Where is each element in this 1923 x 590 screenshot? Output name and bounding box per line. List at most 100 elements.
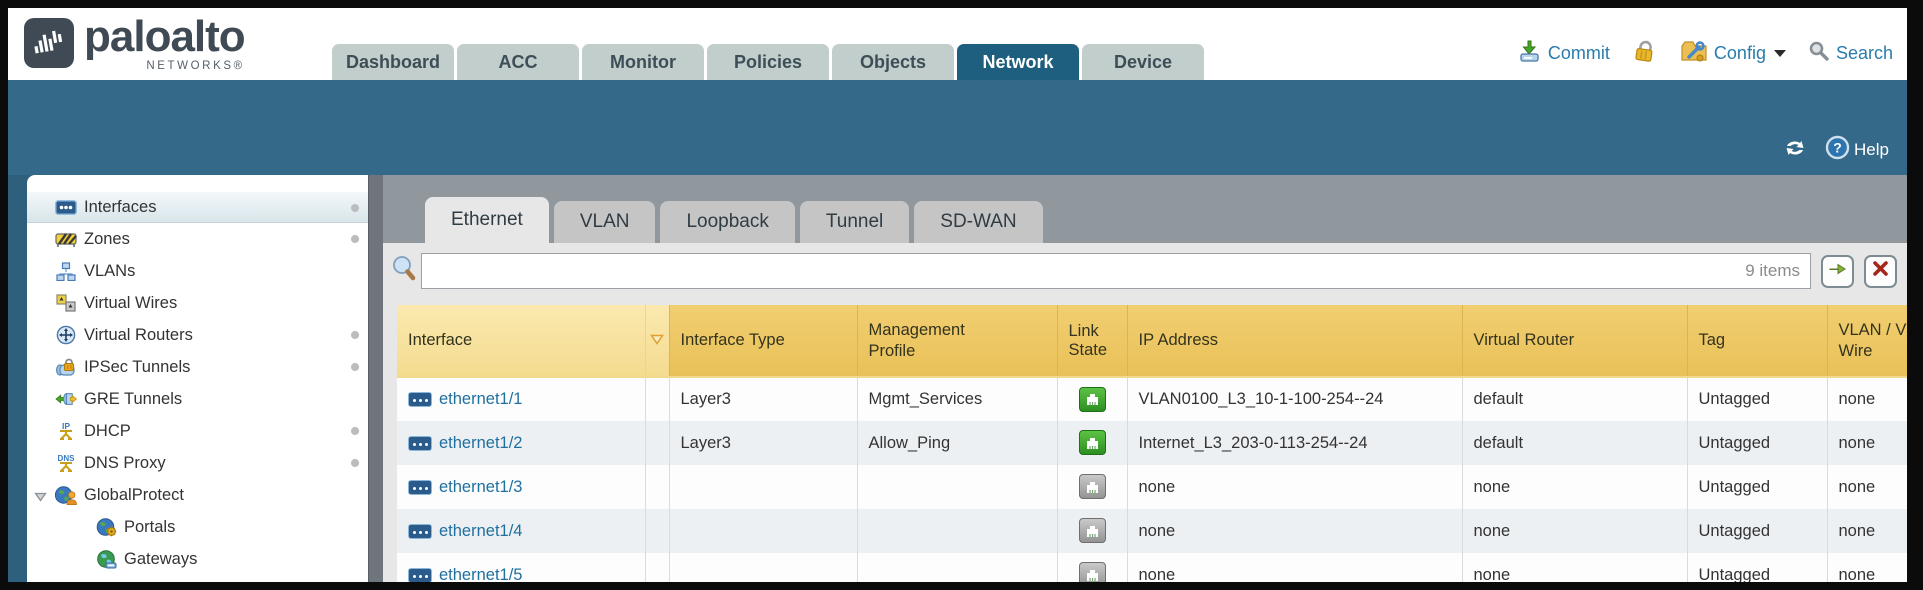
column-header-management-profile[interactable]: Management Profile <box>857 305 1057 377</box>
sidebar-item-label: IPSec Tunnels <box>84 358 190 377</box>
lock-icon[interactable] <box>1632 39 1658 68</box>
sidebar-item-label: GRE Tunnels <box>84 390 182 409</box>
sort-dropdown-icon <box>650 331 664 349</box>
sidebar-item-interfaces[interactable]: Interfaces <box>27 191 368 223</box>
interfaces-table: Interface Interface TypeManagement Profil… <box>397 305 1907 582</box>
tab-vlan[interactable]: VLAN <box>554 201 656 243</box>
tab-loopback[interactable]: Loopback <box>660 201 794 243</box>
column-header-tag[interactable]: Tag <box>1687 305 1827 377</box>
sidebar-item-label: VLANs <box>84 262 135 281</box>
sidebar-item-label: DNS Proxy <box>84 454 166 473</box>
virtual-wires-icon <box>55 293 77 313</box>
item-dot <box>351 235 359 243</box>
filter-magnifier-icon <box>389 254 417 289</box>
tag-cell: Untagged <box>1687 553 1827 582</box>
portals-icon <box>95 517 117 537</box>
globalprotect-icon <box>55 485 77 505</box>
green-arrow-icon <box>1828 260 1847 283</box>
tab-tunnel[interactable]: Tunnel <box>800 201 909 243</box>
paloalto-logo-icon <box>24 18 74 68</box>
tag-cell: Untagged <box>1687 377 1827 421</box>
clear-filter-button[interactable] <box>1864 255 1897 288</box>
management-profile-cell: Allow_Ping <box>857 421 1057 465</box>
sidebar-item-ipsec-tunnels[interactable]: IPSec Tunnels <box>27 351 368 383</box>
nav-tab-network[interactable]: Network <box>957 44 1079 80</box>
sidebar-item-gre-tunnels[interactable]: GRE Tunnels <box>27 383 368 415</box>
apply-filter-button[interactable] <box>1821 255 1854 288</box>
search-button[interactable]: Search <box>1808 40 1893 67</box>
filter-input[interactable] <box>422 254 1735 288</box>
nav-tab-monitor[interactable]: Monitor <box>582 44 704 80</box>
ethernet-panel: 9 items <box>383 243 1907 582</box>
zones-icon <box>55 229 77 249</box>
interface-link[interactable]: ethernet1/3 <box>439 478 522 497</box>
sidebar-item-label: Portals <box>124 518 175 537</box>
link-state-cell <box>1057 465 1127 509</box>
sidebar-item-partial[interactable] <box>27 575 368 582</box>
nav-tab-acc[interactable]: ACC <box>457 44 579 80</box>
items-count: 9 items <box>1735 261 1810 281</box>
column-header-interface-type[interactable]: Interface Type <box>669 305 857 377</box>
ethernet-port-icon <box>408 568 432 583</box>
interface-link[interactable]: ethernet1/1 <box>439 390 522 409</box>
refresh-icon[interactable] <box>1781 136 1809 165</box>
commit-button[interactable]: Commit <box>1518 39 1610 68</box>
config-icon <box>1680 39 1708 68</box>
virtual-routers-icon <box>55 325 77 345</box>
primary-nav: DashboardACCMonitorPoliciesObjectsNetwor… <box>332 44 1207 80</box>
ethernet-port-icon <box>408 524 432 539</box>
nav-tab-policies[interactable]: Policies <box>707 44 829 80</box>
top-header: paloalto NETWORKS® DashboardACCMonitorPo… <box>8 8 1907 80</box>
table-row: ethernet1/5nonenoneUntaggednone <box>397 553 1907 582</box>
column-header-ip-address[interactable]: IP Address <box>1127 305 1462 377</box>
sidebar-item-globalprotect[interactable]: GlobalProtect <box>27 479 368 511</box>
sidebar-item-vlans[interactable]: VLANs <box>27 255 368 287</box>
column-header-vlan-virtual-wire[interactable]: VLAN / Virtual Wire <box>1827 305 1907 377</box>
ip-address-cell: Internet_L3_203-0-113-254--24 <box>1127 421 1462 465</box>
sidebar-list: InterfacesZones VLANs Virtual Wires Virtual… <box>27 175 368 582</box>
config-menu-button[interactable]: Config <box>1680 39 1786 68</box>
tab-ethernet[interactable]: Ethernet <box>425 197 549 243</box>
column-header-link-state[interactable]: Link State <box>1057 305 1127 377</box>
spacer-cell <box>645 553 669 582</box>
interface-link[interactable]: ethernet1/5 <box>439 566 522 583</box>
item-dot <box>351 459 359 467</box>
expander-down-icon[interactable] <box>34 488 47 507</box>
sidebar-item-dhcp[interactable]: IPDHCP <box>27 415 368 447</box>
interface-type-cell <box>669 553 857 582</box>
nav-tab-device[interactable]: Device <box>1082 44 1204 80</box>
interface-link[interactable]: ethernet1/2 <box>439 434 522 453</box>
interface-cell: ethernet1/5 <box>397 553 645 582</box>
nav-tab-dashboard[interactable]: Dashboard <box>332 44 454 80</box>
search-icon <box>1808 40 1830 67</box>
tab-sd-wan[interactable]: SD-WAN <box>914 201 1042 243</box>
sidebar-item-gateways[interactable]: Gateways <box>27 543 368 575</box>
tag-cell: Untagged <box>1687 421 1827 465</box>
management-profile-cell <box>857 465 1057 509</box>
commit-icon <box>1518 39 1542 68</box>
table-row: ethernet1/2Layer3Allow_PingInternet_L3_2… <box>397 421 1907 465</box>
virtual-router-cell: none <box>1462 509 1687 553</box>
column-header-interface[interactable]: Interface <box>397 305 645 377</box>
column-header-virtual-router[interactable]: Virtual Router <box>1462 305 1687 377</box>
interface-link[interactable]: ethernet1/4 <box>439 522 522 541</box>
sidebar-item-dns-proxy[interactable]: DNSDNS Proxy <box>27 447 368 479</box>
sidebar-item-virtual-wires[interactable]: Virtual Wires <box>27 287 368 319</box>
interfaces-icon <box>55 197 77 217</box>
link-state-cell <box>1057 553 1127 582</box>
sidebar-splitter[interactable] <box>368 175 383 582</box>
sidebar-item-label: Virtual Wires <box>84 294 177 313</box>
help-button[interactable]: ? Help <box>1825 135 1889 165</box>
nav-tab-objects[interactable]: Objects <box>832 44 954 80</box>
app-window: paloalto NETWORKS® DashboardACCMonitorPo… <box>0 0 1923 590</box>
header-actions: Commit <box>1518 39 1893 68</box>
interface-sort-dropdown[interactable] <box>645 305 669 377</box>
table-body: ethernet1/1Layer3Mgmt_ServicesVLAN0100_L… <box>397 377 1907 582</box>
sidebar-item-portals[interactable]: Portals <box>27 511 368 543</box>
sidebar-item-virtual-routers[interactable]: Virtual Routers <box>27 319 368 351</box>
sub-header-band: ? Help <box>8 80 1907 175</box>
sidebar-item-label: Gateways <box>124 550 197 569</box>
sidebar-item-zones[interactable]: Zones <box>27 223 368 255</box>
interfaces-table-wrap: Interface Interface TypeManagement Profil… <box>397 305 1907 582</box>
spacer-cell <box>645 421 669 465</box>
